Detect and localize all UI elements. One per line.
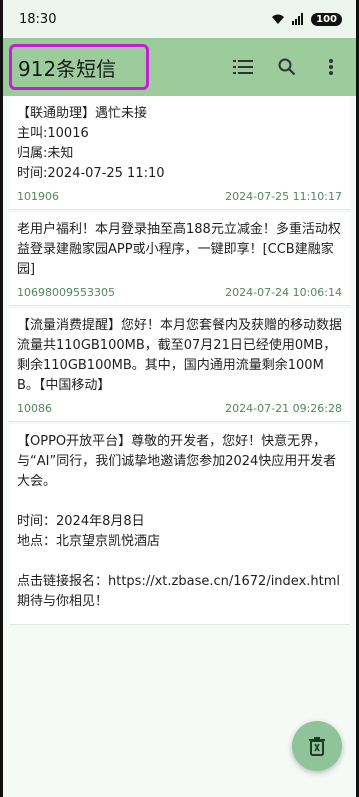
message-time: 2024-07-24 10:06:14 (225, 286, 342, 299)
wifi-icon (272, 14, 285, 24)
message-sender: 10086 (17, 402, 52, 415)
message-sender: 10698009553305 (17, 286, 115, 299)
message-time: 2024-07-21 09:26:28 (225, 402, 342, 415)
search-button[interactable] (272, 52, 302, 82)
message-meta: 10698009553305 2024-07-24 10:06:14 (17, 286, 342, 299)
message-card[interactable]: 【流量消费提醒】您好！本月您套餐内及获赠的移动数据流量共110GB100MB，截… (9, 308, 350, 422)
list-icon (233, 60, 253, 74)
app-bar: 912条短信 (3, 38, 356, 96)
message-body: 老用户福利！本月登录抽至高188元立减金！多重活动权益登录建融家园APP或小程序… (17, 222, 341, 277)
more-vert-icon (329, 59, 333, 75)
title-highlight-box: 912条短信 (9, 44, 150, 90)
phone-screen: 18:30 100 912条短信 【联通助理】遇忙未接 主叫:10016 归属:… (0, 0, 359, 797)
message-body: 【联通助理】遇忙未接 主叫:10016 归属:未知 时间:2024-07-25 … (17, 106, 165, 181)
page-title: 912条短信 (18, 56, 117, 81)
more-options-button[interactable] (316, 52, 346, 82)
signal-icon (292, 13, 304, 25)
delete-fab-button[interactable] (292, 721, 342, 771)
search-icon (278, 58, 296, 76)
list-button[interactable] (228, 52, 258, 82)
message-card[interactable]: 【联通助理】遇忙未接 主叫:10016 归属:未知 时间:2024-07-25 … (9, 96, 350, 210)
message-card[interactable]: 老用户福利！本月登录抽至高188元立减金！多重活动权益登录建融家园APP或小程序… (9, 212, 350, 306)
message-card[interactable]: 【OPPO开放平台】尊敬的开发者，您好！快意无界，与“AI”同行，我们诚挚地邀请… (9, 424, 350, 625)
message-meta: 10086 2024-07-21 09:26:28 (17, 402, 342, 415)
message-body: 【流量消费提醒】您好！本月您套餐内及获赠的移动数据流量共110GB100MB，截… (17, 318, 343, 393)
battery-indicator: 100 (311, 12, 342, 26)
status-indicators: 100 (271, 12, 342, 26)
message-body: 【OPPO开放平台】尊敬的开发者，您好！快意无界，与“AI”同行，我们诚挚地邀请… (17, 434, 341, 609)
app-bar-actions (228, 52, 346, 82)
message-list: 【联通助理】遇忙未接 主叫:10016 归属:未知 时间:2024-07-25 … (3, 96, 356, 625)
trash-icon (309, 737, 325, 756)
message-meta: 101906 2024-07-25 11:10:17 (17, 190, 342, 203)
status-time: 18:30 (19, 11, 57, 27)
message-sender: 101906 (17, 190, 59, 203)
message-time: 2024-07-25 11:10:17 (225, 190, 342, 203)
status-bar: 18:30 100 (3, 0, 356, 38)
